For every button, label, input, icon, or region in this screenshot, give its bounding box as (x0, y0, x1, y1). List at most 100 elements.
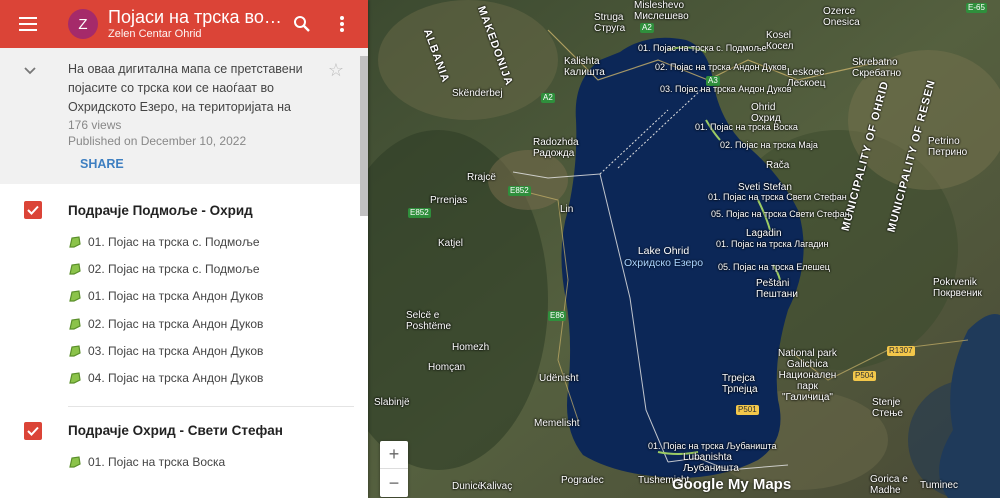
google-my-maps-logo: Google My Maps (672, 476, 792, 493)
town-label: Slabinjë (374, 397, 410, 408)
layer-title[interactable]: Подрачје Подмоље - Охрид (68, 203, 253, 218)
feature-label: 02. Појас на трска с. Подмоље (88, 261, 260, 276)
title-block: Појаси на трска во Охридското Езеро Zele… (108, 7, 282, 41)
feature-label: 01. Појас на трска Воска (88, 455, 226, 470)
map-description: На оваа дигитална мапа се претставени по… (68, 62, 303, 114)
town-label: Kosel Косел (766, 30, 794, 52)
lake-label: Lake Ohrid Охридско Езеро (624, 245, 704, 269)
town-label: Radozhda Радожда (533, 137, 579, 159)
check-icon (27, 205, 39, 215)
town-label: Ozerce Onesica (823, 6, 860, 28)
layer-checkbox[interactable] (24, 201, 42, 219)
polygon-label[interactable]: 01. Појас на трска Свети Стефан (708, 192, 847, 202)
polygon-label[interactable]: 05. Појас на трска Елешец (718, 262, 830, 272)
layer-header: Подрачје Охрид - Свети Стефан (0, 413, 368, 449)
road-shield: E852 (508, 186, 531, 196)
polygon-label[interactable]: 01. Појас на трска Љубаништа (648, 441, 777, 451)
town-label: Kalivaç (480, 481, 513, 492)
list-item[interactable]: 02. Појас на трска с. Подмоље (0, 255, 368, 282)
zoom-in-button[interactable]: + (380, 441, 408, 469)
polygon-icon (69, 290, 81, 302)
town-label: Lagadin (746, 228, 782, 239)
list-item[interactable]: 03. Појас на трска Андон Дуков (0, 337, 368, 364)
polygon-label[interactable]: 05. Појас на трска Свети Стефан (711, 209, 850, 219)
road-shield: E-65 (966, 3, 987, 13)
town-label: Trpejca Трпејца (722, 373, 758, 395)
layer-header: Подрачје Подмоље - Охрид (0, 192, 368, 228)
town-label: Prrenjas (430, 195, 468, 206)
map-canvas[interactable]: ALBANIA MAKEDONIJA MUNICIPALITY OF OHRID… (368, 0, 1000, 498)
town-label: Skrebatno Скребатно (852, 57, 902, 79)
road-shield: P501 (736, 405, 759, 415)
more-options-button[interactable] (322, 0, 362, 48)
layer-checkbox[interactable] (24, 421, 42, 440)
menu-button[interactable] (0, 0, 56, 48)
town-label: Stenje Стење (872, 397, 903, 419)
chevron-down-icon (24, 67, 36, 75)
sidebar-panel: Z Појаси на трска во Охридското Езеро Ze… (0, 0, 368, 498)
town-label: Lubanishta Љубаништа (683, 452, 739, 474)
polygon-label[interactable]: 02. Појас на трска Андон Дуков (655, 62, 787, 72)
town-label: Petrino Петрино (928, 136, 968, 158)
list-item[interactable]: 01. Појас на трска с. Подмоље (0, 228, 368, 255)
town-label: Selcë e Poshtëme (406, 310, 452, 332)
list-item[interactable]: 01. Појас на трска Андон Дуков (0, 283, 368, 310)
polygon-icon (69, 263, 81, 275)
feature-label: 04. Појас на трска Андон Дуков (88, 371, 264, 386)
town-label: Udënisht (539, 373, 579, 384)
polygon-label[interactable]: 03. Појас на трска Андон Дуков (660, 84, 792, 94)
divider (68, 405, 354, 407)
town-label: Rrajcë (467, 172, 496, 183)
town-label: Tuminec (920, 480, 958, 491)
zoom-control: + − (380, 441, 408, 497)
town-label: Lin (560, 204, 574, 215)
town-label: Katjel (438, 238, 464, 249)
polygon-label[interactable]: 01. Појас на трска с. Подмоље (638, 43, 767, 53)
road-shield: P504 (853, 371, 876, 381)
star-icon: ☆ (327, 60, 344, 80)
view-count: 176 views (68, 118, 122, 132)
check-icon (27, 426, 39, 436)
layer-title[interactable]: Подрачје Охрид - Свети Стефан (68, 423, 283, 438)
polygon-label[interactable]: 01. Појас на трска Воска (695, 122, 798, 132)
polygon-icon (69, 317, 81, 330)
town-label: Kalishta Калишта (564, 56, 605, 78)
map-owner[interactable]: Zelen Centar Ohrid (108, 27, 282, 41)
list-item[interactable]: 01. Појас на трска Воска (0, 449, 368, 476)
layer-list: Подрачје Подмоље - Охрид 01. Појас на тр… (0, 184, 368, 476)
polygon-icon (69, 345, 81, 357)
star-button[interactable]: ☆ (328, 60, 344, 81)
zoom-out-button[interactable]: − (380, 469, 408, 497)
polygon-label[interactable]: 01. Појас на трска Лагадин (716, 239, 829, 249)
feature-label: 03. Појас на трска Андон Дуков (88, 343, 264, 358)
road-shield: E86 (548, 311, 567, 321)
town-label: Pogradec (561, 475, 604, 486)
share-button[interactable]: SHARE (80, 157, 124, 171)
polygon-label[interactable]: 02. Појас на трска Маја (720, 140, 818, 150)
town-label: Misleshevo Мислешево (634, 0, 689, 22)
town-label: Leskoec Лескоец (787, 67, 826, 89)
polygon-icon (69, 235, 81, 248)
scrollbar[interactable] (360, 56, 368, 216)
list-item[interactable]: 04. Појас на трска Андон Дуков (0, 364, 368, 391)
collapse-button[interactable] (24, 62, 36, 80)
town-label: Gorica e Madhe (870, 474, 908, 496)
road-shield: R1307 (887, 346, 915, 356)
polygon-icon (69, 456, 81, 469)
feature-label: 01. Појас на трска Андон Дуков (88, 289, 264, 304)
list-item[interactable]: 02. Појас на трска Андон Дуков (0, 310, 368, 337)
avatar[interactable]: Z (68, 9, 98, 39)
published-date: Published on December 10, 2022 (68, 134, 247, 148)
town-label: Rača (766, 160, 790, 171)
town-label: Pokrvenik Покрвеник (933, 277, 982, 299)
town-label: National park Galichica Национален парк … (778, 348, 837, 403)
map-title: Појаси на трска во Охридското Езеро (108, 7, 282, 27)
town-label: Peštani Пештани (756, 278, 798, 300)
town-label: Homezh (452, 342, 490, 353)
town-label: Homçan (428, 362, 466, 373)
feature-label: 02. Појас на трска Андон Дуков (88, 316, 264, 331)
town-label: Dunicë (452, 481, 484, 492)
search-button[interactable] (282, 0, 322, 48)
town-label: Skënderbej (452, 88, 503, 99)
feature-label: 01. Појас на трска с. Подмоље (88, 234, 260, 249)
